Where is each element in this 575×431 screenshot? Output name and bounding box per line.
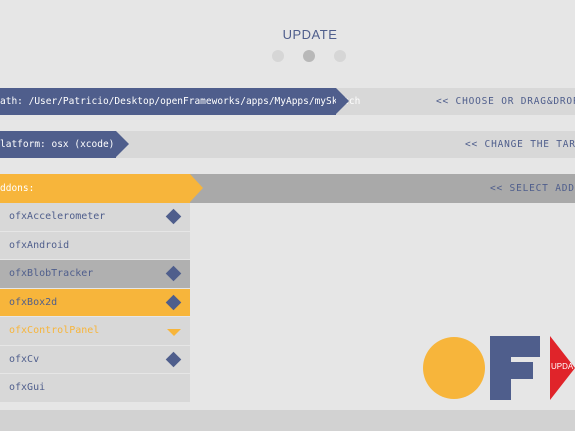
addon-label: ofxAndroid <box>9 239 70 251</box>
addon-label: ofxCv <box>9 353 40 365</box>
addon-label: ofxAccelerometer <box>9 211 106 222</box>
platform-label: latform: osx (xcode) <box>0 139 115 150</box>
path-field[interactable]: ath: /User/Patricio/Desktop/openFramewor… <box>0 88 360 115</box>
addon-item[interactable]: ofxAccelerometer <box>0 203 190 232</box>
path-label: ath: /User/Patricio/Desktop/openFramewor… <box>0 96 361 107</box>
addon-item[interactable]: ofxGui <box>0 374 190 403</box>
page-indicator <box>272 50 346 62</box>
addon-label: ofxGui <box>9 382 46 393</box>
checked-diamond-icon <box>165 208 182 225</box>
checked-diamond-icon <box>165 294 182 310</box>
addon-item[interactable]: ofxControlPanel <box>0 317 190 346</box>
addon-item[interactable]: ofxBlobTracker <box>0 260 190 289</box>
addons-hint: << SELECT ADDO <box>490 183 575 194</box>
addon-item[interactable]: ofxBox2d <box>0 288 190 317</box>
page-dot-3[interactable] <box>334 50 346 62</box>
addons-arrow <box>190 174 203 202</box>
path-arrow <box>336 88 349 114</box>
page-dot-1[interactable] <box>272 50 284 62</box>
addon-item[interactable]: ofxCv <box>0 345 190 374</box>
page-title: UPDATE <box>282 27 338 42</box>
addon-label: ofxControlPanel <box>9 325 100 336</box>
platform-hint: << CHANGE THE TARG <box>465 139 575 150</box>
logo-f-top <box>490 336 540 357</box>
addons-label: ddons: <box>0 183 35 194</box>
page-dot-2[interactable] <box>303 50 315 62</box>
platform-arrow <box>116 131 129 157</box>
checked-diamond-icon <box>165 265 182 282</box>
addons-field[interactable]: ddons: <box>0 174 203 203</box>
logo-f-mid <box>490 362 533 379</box>
status-bar <box>0 410 575 431</box>
checked-diamond-icon <box>165 351 182 367</box>
update-button-label: UPDA <box>551 362 574 371</box>
expand-triangle-icon <box>167 329 181 336</box>
addon-item[interactable]: ofxAndroid <box>0 231 190 260</box>
addon-label: ofxBox2d <box>9 296 58 308</box>
addon-label: ofxBlobTracker <box>9 268 94 279</box>
logo-circle <box>423 337 485 399</box>
path-hint: << CHOOSE OR DRAG&DROP <box>436 96 575 107</box>
platform-field[interactable]: latform: osx (xcode) <box>0 131 129 158</box>
addon-list: ofxAccelerometer ofxAndroid ofxBlobTrack… <box>0 203 190 403</box>
